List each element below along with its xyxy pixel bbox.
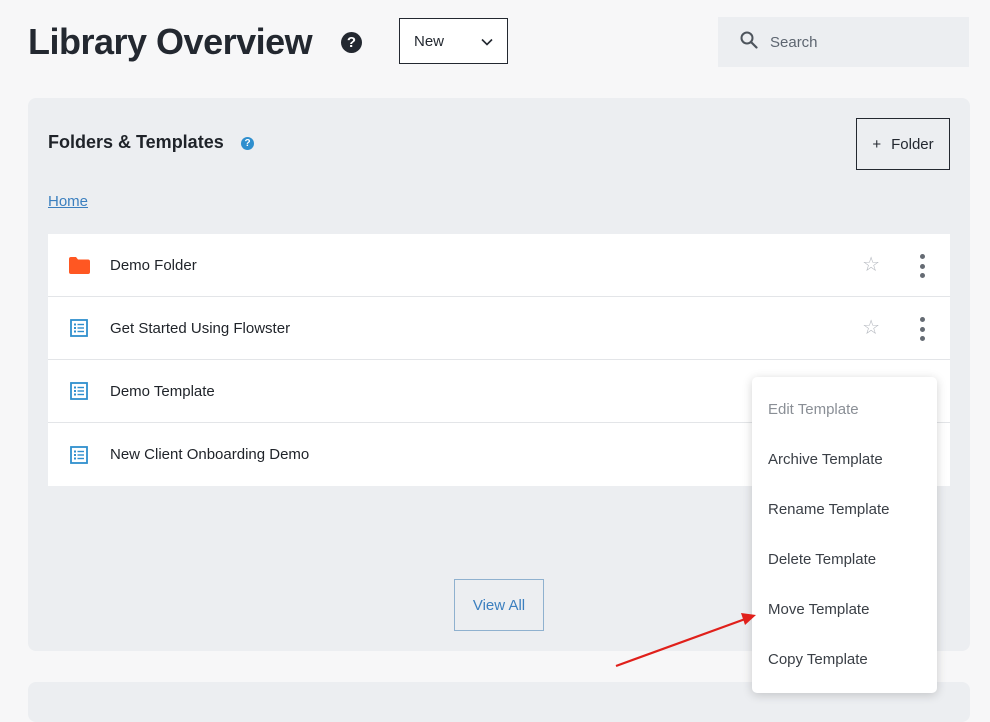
new-select[interactable]: New bbox=[399, 18, 508, 64]
menu-item-copy-template[interactable]: Copy Template bbox=[768, 651, 868, 668]
breadcrumb-home[interactable]: Home bbox=[48, 193, 88, 210]
add-folder-button[interactable]: + Folder bbox=[856, 118, 950, 170]
list-item[interactable]: Get Started Using Flowster ☆ bbox=[48, 297, 950, 360]
menu-item-delete-template[interactable]: Delete Template bbox=[768, 551, 876, 568]
list-item-label: Demo Folder bbox=[110, 256, 197, 274]
view-all-button[interactable]: View All bbox=[454, 579, 544, 631]
search-box[interactable] bbox=[718, 17, 969, 67]
menu-item-archive-template[interactable]: Archive Template bbox=[768, 451, 883, 468]
plus-icon: + bbox=[872, 135, 882, 153]
star-icon[interactable]: ☆ bbox=[862, 317, 880, 339]
template-context-menu: Edit Template Archive Template Rename Te… bbox=[752, 377, 937, 693]
template-list-icon bbox=[68, 317, 90, 339]
list-item-label: New Client Onboarding Demo bbox=[110, 446, 310, 463]
add-folder-label: Folder bbox=[891, 135, 934, 153]
more-options-icon[interactable] bbox=[916, 317, 928, 341]
info-icon[interactable]: ? bbox=[241, 137, 254, 150]
template-list-icon bbox=[68, 380, 90, 402]
help-icon[interactable]: ? bbox=[341, 32, 362, 53]
list-item-label: Demo Template bbox=[110, 382, 215, 400]
search-input[interactable] bbox=[768, 32, 952, 52]
section-title: Folders & Templates bbox=[48, 132, 224, 152]
menu-item-edit-template: Edit Template bbox=[768, 401, 859, 418]
page-title: Library Overview bbox=[28, 21, 313, 62]
folder-icon bbox=[68, 254, 90, 276]
menu-item-move-template[interactable]: Move Template bbox=[768, 601, 869, 618]
new-select-value: New bbox=[414, 32, 445, 50]
more-options-icon[interactable] bbox=[916, 254, 928, 278]
chevron-down-icon bbox=[481, 33, 493, 50]
list-item-label: Get Started Using Flowster bbox=[110, 319, 291, 337]
star-icon[interactable]: ☆ bbox=[862, 254, 880, 276]
search-icon bbox=[740, 31, 758, 54]
template-list-icon bbox=[68, 444, 90, 466]
menu-item-rename-template[interactable]: Rename Template bbox=[768, 501, 889, 518]
list-item[interactable]: Demo Folder ☆ bbox=[48, 234, 950, 297]
